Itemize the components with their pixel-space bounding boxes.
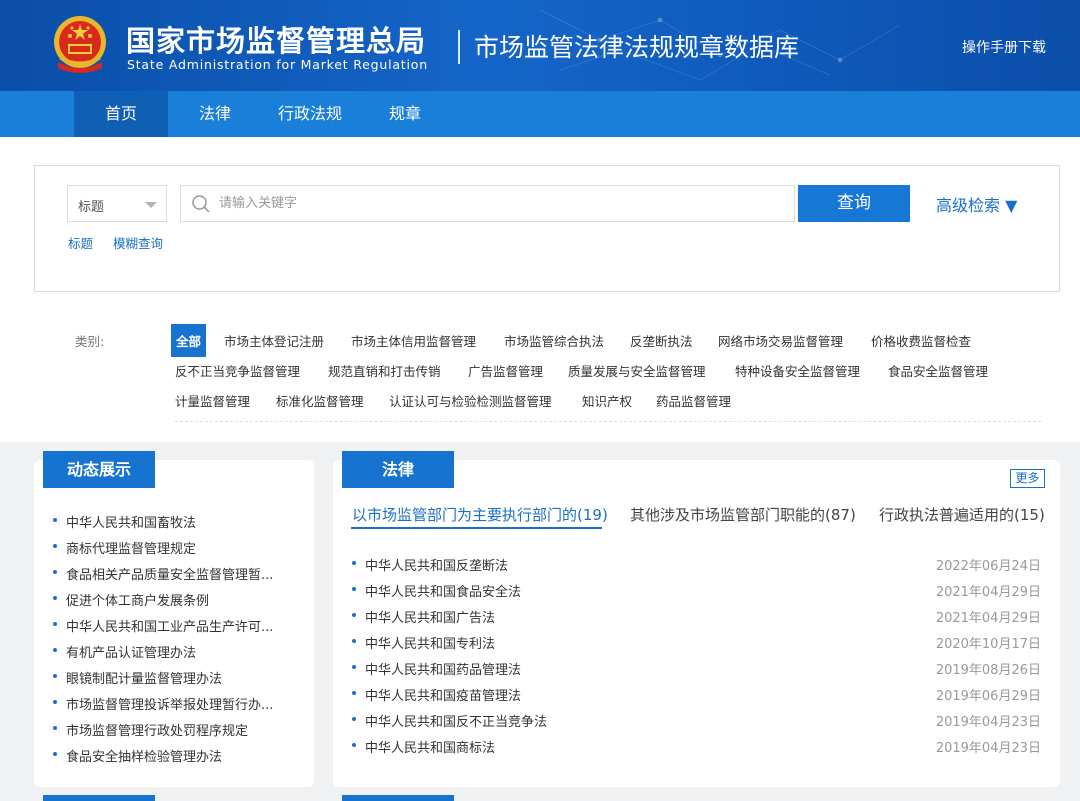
bullet (53, 700, 57, 704)
search-field-select[interactable]: 标题 (67, 185, 167, 222)
bullet (352, 717, 356, 721)
search-icon (192, 195, 210, 213)
dynamic-panel-title: 动态展示 (43, 451, 155, 488)
bullet (53, 596, 57, 600)
category-item[interactable]: 网络市场交易监督管理 (718, 331, 843, 350)
bullet (352, 743, 356, 747)
law-row-date: 2022年06月24日 (935, 559, 1041, 574)
category-item[interactable]: 药品监督管理 (656, 391, 731, 410)
law-row-date: 2021年04月29日 (935, 611, 1041, 626)
category-item[interactable]: 计量监督管理 (175, 391, 250, 410)
nav-item-admin-regulations[interactable]: 行政法规 (270, 91, 350, 137)
bullet (53, 674, 57, 678)
category-label: 类别: (75, 334, 105, 349)
next-panel-tab-stub (43, 795, 155, 801)
law-row-title[interactable]: 中华人民共和国食品安全法 (365, 581, 521, 600)
category-item[interactable]: 规范直销和打击传销 (328, 361, 441, 380)
bullet (352, 587, 356, 591)
bullet (53, 726, 57, 730)
dynamic-list-item[interactable]: 眼镜制配计量监督管理办法 (66, 668, 222, 687)
category-item[interactable]: 标准化监督管理 (276, 391, 364, 410)
law-row-date: 2019年04月23日 (935, 741, 1041, 756)
bullet (53, 570, 57, 574)
subtab-other-functions[interactable]: 其他涉及市场监管部门职能的(87) (630, 504, 856, 525)
bullet (352, 639, 356, 643)
dynamic-list-item[interactable]: 市场监督管理行政处罚程序规定 (66, 720, 248, 739)
category-item[interactable]: 市场主体信用监督管理 (351, 331, 476, 350)
category-item[interactable]: 价格收费监督检查 (871, 331, 971, 350)
bullet (53, 648, 57, 652)
dynamic-list-item[interactable]: 促进个体工商户发展条例 (66, 590, 209, 609)
category-divider (175, 421, 1041, 422)
nav-item-home[interactable]: 首页 (74, 91, 168, 137)
more-button[interactable]: 更多 (1010, 469, 1045, 488)
search-field-value: 标题 (78, 200, 105, 215)
next-panel-tab-stub (342, 795, 454, 801)
dynamic-list-item[interactable]: 食品相关产品质量安全监督管理暂... (66, 564, 273, 583)
advanced-search-link[interactable]: 高级检索 ▼ (936, 192, 1017, 216)
category-all[interactable]: 全部 (171, 324, 207, 357)
subtab-active-indicator (351, 527, 602, 529)
main-nav: 首页 法律 行政法规 规章 (0, 91, 1080, 137)
bullet (352, 613, 356, 617)
database-title: 市场监管法律法规规章数据库 (474, 33, 800, 62)
category-item[interactable]: 市场监管综合执法 (504, 331, 604, 350)
org-name-cn: 国家市场监督管理总局 (126, 24, 427, 58)
national-emblem-icon (54, 16, 106, 73)
header-divider (458, 30, 460, 64)
law-row-title[interactable]: 中华人民共和国专利法 (365, 633, 495, 652)
category-item[interactable]: 广告监督管理 (468, 361, 543, 380)
category-item[interactable]: 质量发展与安全监督管理 (568, 361, 706, 380)
law-row-title[interactable]: 中华人民共和国商标法 (365, 737, 495, 756)
bullet (352, 691, 356, 695)
bullet (352, 561, 356, 565)
site-header: 国家市场监督管理总局 State Administration for Mark… (0, 0, 1080, 91)
law-row-date: 2019年08月26日 (935, 663, 1041, 678)
law-row-title[interactable]: 中华人民共和国药品管理法 (365, 659, 521, 678)
search-box (180, 185, 795, 222)
dynamic-list-item[interactable]: 中华人民共和国畜牧法 (66, 512, 196, 531)
dynamic-list-item[interactable]: 商标代理监督管理规定 (66, 538, 196, 557)
fuzzy-search-link[interactable]: 模糊查询 (113, 233, 163, 252)
law-row-title[interactable]: 中华人民共和国反不正当竞争法 (365, 711, 547, 730)
law-row-date: 2021年04月29日 (935, 585, 1041, 600)
category-item[interactable]: 反垄断执法 (630, 331, 693, 350)
bullet (53, 622, 57, 626)
dynamic-list-item[interactable]: 食品安全抽样检验管理办法 (66, 746, 222, 765)
bullet (53, 752, 57, 756)
law-row-title[interactable]: 中华人民共和国疫苗管理法 (365, 685, 521, 704)
law-row-title[interactable]: 中华人民共和国广告法 (365, 607, 495, 626)
category-item[interactable]: 食品安全监督管理 (888, 361, 988, 380)
law-row-date: 2019年04月23日 (935, 715, 1041, 730)
manual-download-link[interactable]: 操作手册下载 (962, 37, 1046, 57)
org-name-en: State Administration for Market Regulati… (127, 57, 428, 72)
category-item[interactable]: 认证认可与检验检测监督管理 (389, 391, 552, 410)
category-item[interactable]: 特种设备安全监督管理 (735, 361, 860, 380)
chevron-down-icon (145, 202, 157, 208)
law-row-title[interactable]: 中华人民共和国反垄断法 (365, 555, 508, 574)
dynamic-list-item[interactable]: 有机产品认证管理办法 (66, 642, 196, 661)
subtab-primary-enforcement[interactable]: 以市场监管部门为主要执行部门的(19) (352, 504, 608, 525)
category-item[interactable]: 知识产权 (582, 391, 632, 410)
law-panel-title: 法律 (342, 451, 454, 488)
nav-item-rules[interactable]: 规章 (378, 91, 432, 137)
query-button[interactable]: 查询 (798, 185, 910, 222)
bullet (53, 544, 57, 548)
nav-item-law[interactable]: 法律 (185, 91, 245, 137)
bullet (53, 518, 57, 522)
category-item[interactable]: 反不正当竞争监督管理 (175, 361, 300, 380)
search-input[interactable] (219, 187, 779, 220)
law-row-date: 2020年10月17日 (935, 637, 1041, 652)
bullet (352, 665, 356, 669)
subtab-general-enforcement[interactable]: 行政执法普遍适用的(15) (879, 504, 1045, 525)
title-search-link[interactable]: 标题 (68, 233, 93, 252)
dynamic-list-item[interactable]: 中华人民共和国工业产品生产许可... (66, 616, 273, 635)
dynamic-list-item[interactable]: 市场监督管理投诉举报处理暂行办... (66, 694, 273, 713)
law-row-date: 2019年06月29日 (935, 689, 1041, 704)
category-item[interactable]: 市场主体登记注册 (224, 331, 324, 350)
